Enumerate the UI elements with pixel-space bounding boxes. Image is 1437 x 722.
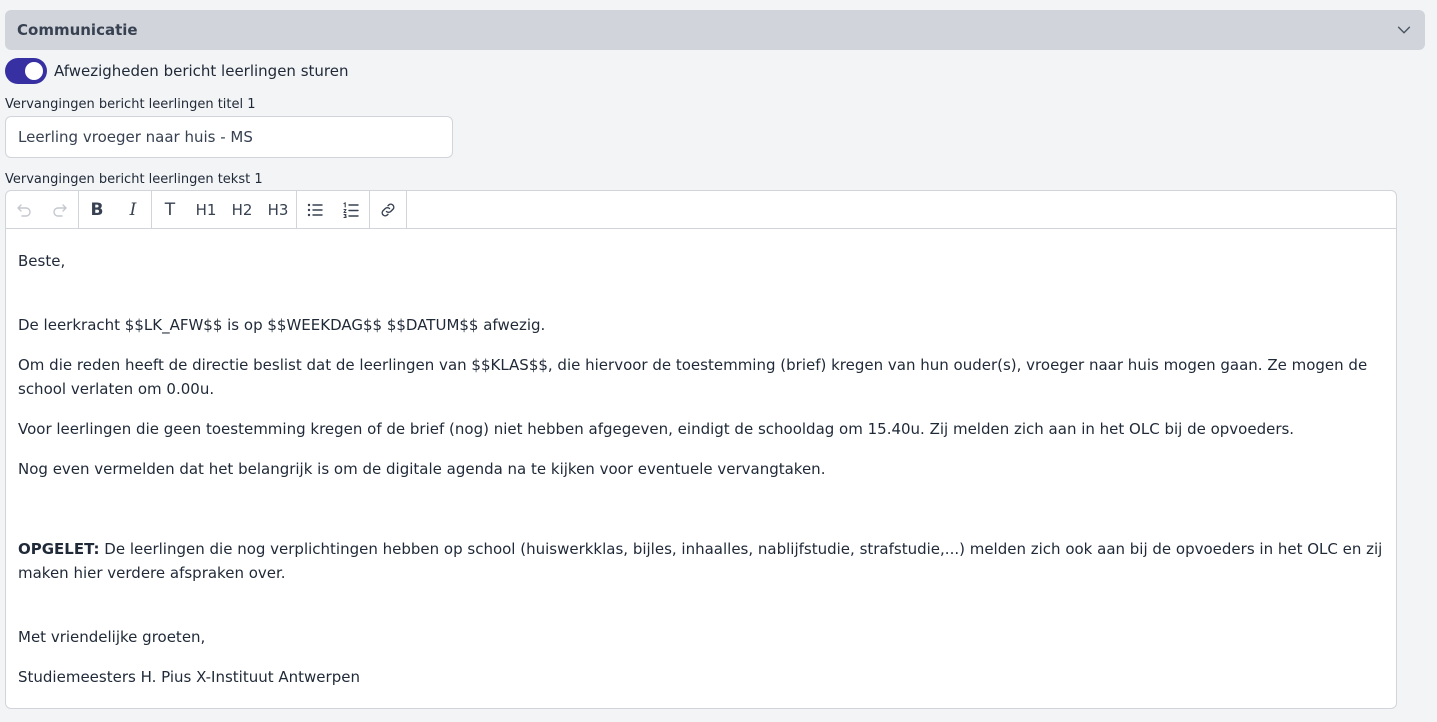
heading1-label: H1 bbox=[195, 200, 217, 219]
absence-paragraph: De leerkracht $$LK_AFW$$ is op $$WEEKDAG… bbox=[18, 316, 546, 334]
text-field-label: Vervangingen bericht leerlingen tekst 1 bbox=[5, 172, 263, 187]
heading2-button[interactable]: H2 bbox=[224, 191, 260, 228]
bold-button[interactable]: B bbox=[79, 191, 115, 228]
paragraph-button[interactable]: T bbox=[152, 191, 188, 228]
chevron-down-icon[interactable] bbox=[1395, 21, 1413, 39]
italic-label: I bbox=[129, 199, 137, 220]
heading3-button[interactable]: H3 bbox=[260, 191, 296, 228]
heading3-label: H3 bbox=[267, 200, 289, 219]
heading2-label: H2 bbox=[231, 200, 253, 219]
decision-paragraph: Om die reden heeft de directie beslist d… bbox=[18, 356, 1368, 398]
link-icon bbox=[381, 203, 395, 216]
empty-line bbox=[18, 289, 1384, 313]
heading1-button[interactable]: H1 bbox=[188, 191, 224, 228]
warning-text: De leerlingen die nog verplichtingen heb… bbox=[18, 540, 1383, 582]
italic-button[interactable]: I bbox=[115, 191, 151, 228]
bold-label: B bbox=[90, 199, 104, 220]
paragraph-label: T bbox=[164, 199, 176, 220]
warning-label: OPGELET: bbox=[18, 540, 100, 558]
title-field-label: Vervangingen bericht leerlingen titel 1 bbox=[5, 97, 256, 112]
title-input[interactable] bbox=[5, 116, 453, 158]
undo-icon bbox=[17, 203, 31, 217]
greeting-paragraph: Beste, bbox=[18, 252, 66, 270]
closing-paragraph: Met vriendelijke groeten, bbox=[18, 628, 206, 646]
absence-toggle-row: Afwezigheden bericht leerlingen sturen bbox=[5, 58, 349, 84]
link-button[interactable] bbox=[370, 191, 406, 228]
signature-paragraph: Studiemeesters H. Pius X-Instituut Antwe… bbox=[18, 668, 360, 686]
no-permission-paragraph: Voor leerlingen die geen toestemming kre… bbox=[18, 420, 1295, 438]
toggle-knob bbox=[25, 62, 43, 80]
editor-toolbar: B I T H1 H2 H3 bbox=[6, 191, 1396, 229]
redo-button[interactable] bbox=[42, 191, 78, 228]
editor-content[interactable]: Beste, De leerkracht $$LK_AFW$$ is op $$… bbox=[6, 229, 1396, 689]
ordered-list-icon bbox=[343, 201, 359, 218]
section-title: Communicatie bbox=[17, 21, 138, 39]
bullet-list-icon bbox=[307, 203, 323, 216]
redo-icon bbox=[53, 203, 67, 217]
ordered-list-button[interactable] bbox=[333, 191, 369, 228]
toggle-label: Afwezigheden bericht leerlingen sturen bbox=[54, 62, 349, 80]
warning-paragraph: OPGELET: De leerlingen die nog verplicht… bbox=[18, 537, 1384, 585]
rich-text-editor: B I T H1 H2 H3 Beste, De leerkracht $$LK… bbox=[5, 190, 1397, 709]
absence-message-toggle[interactable] bbox=[5, 58, 47, 84]
section-header-communicatie[interactable]: Communicatie bbox=[5, 10, 1425, 50]
agenda-paragraph: Nog even vermelden dat het belangrijk is… bbox=[18, 460, 826, 478]
undo-button[interactable] bbox=[6, 191, 42, 228]
empty-line bbox=[18, 497, 1384, 521]
bullet-list-button[interactable] bbox=[297, 191, 333, 228]
empty-line bbox=[18, 601, 1384, 625]
